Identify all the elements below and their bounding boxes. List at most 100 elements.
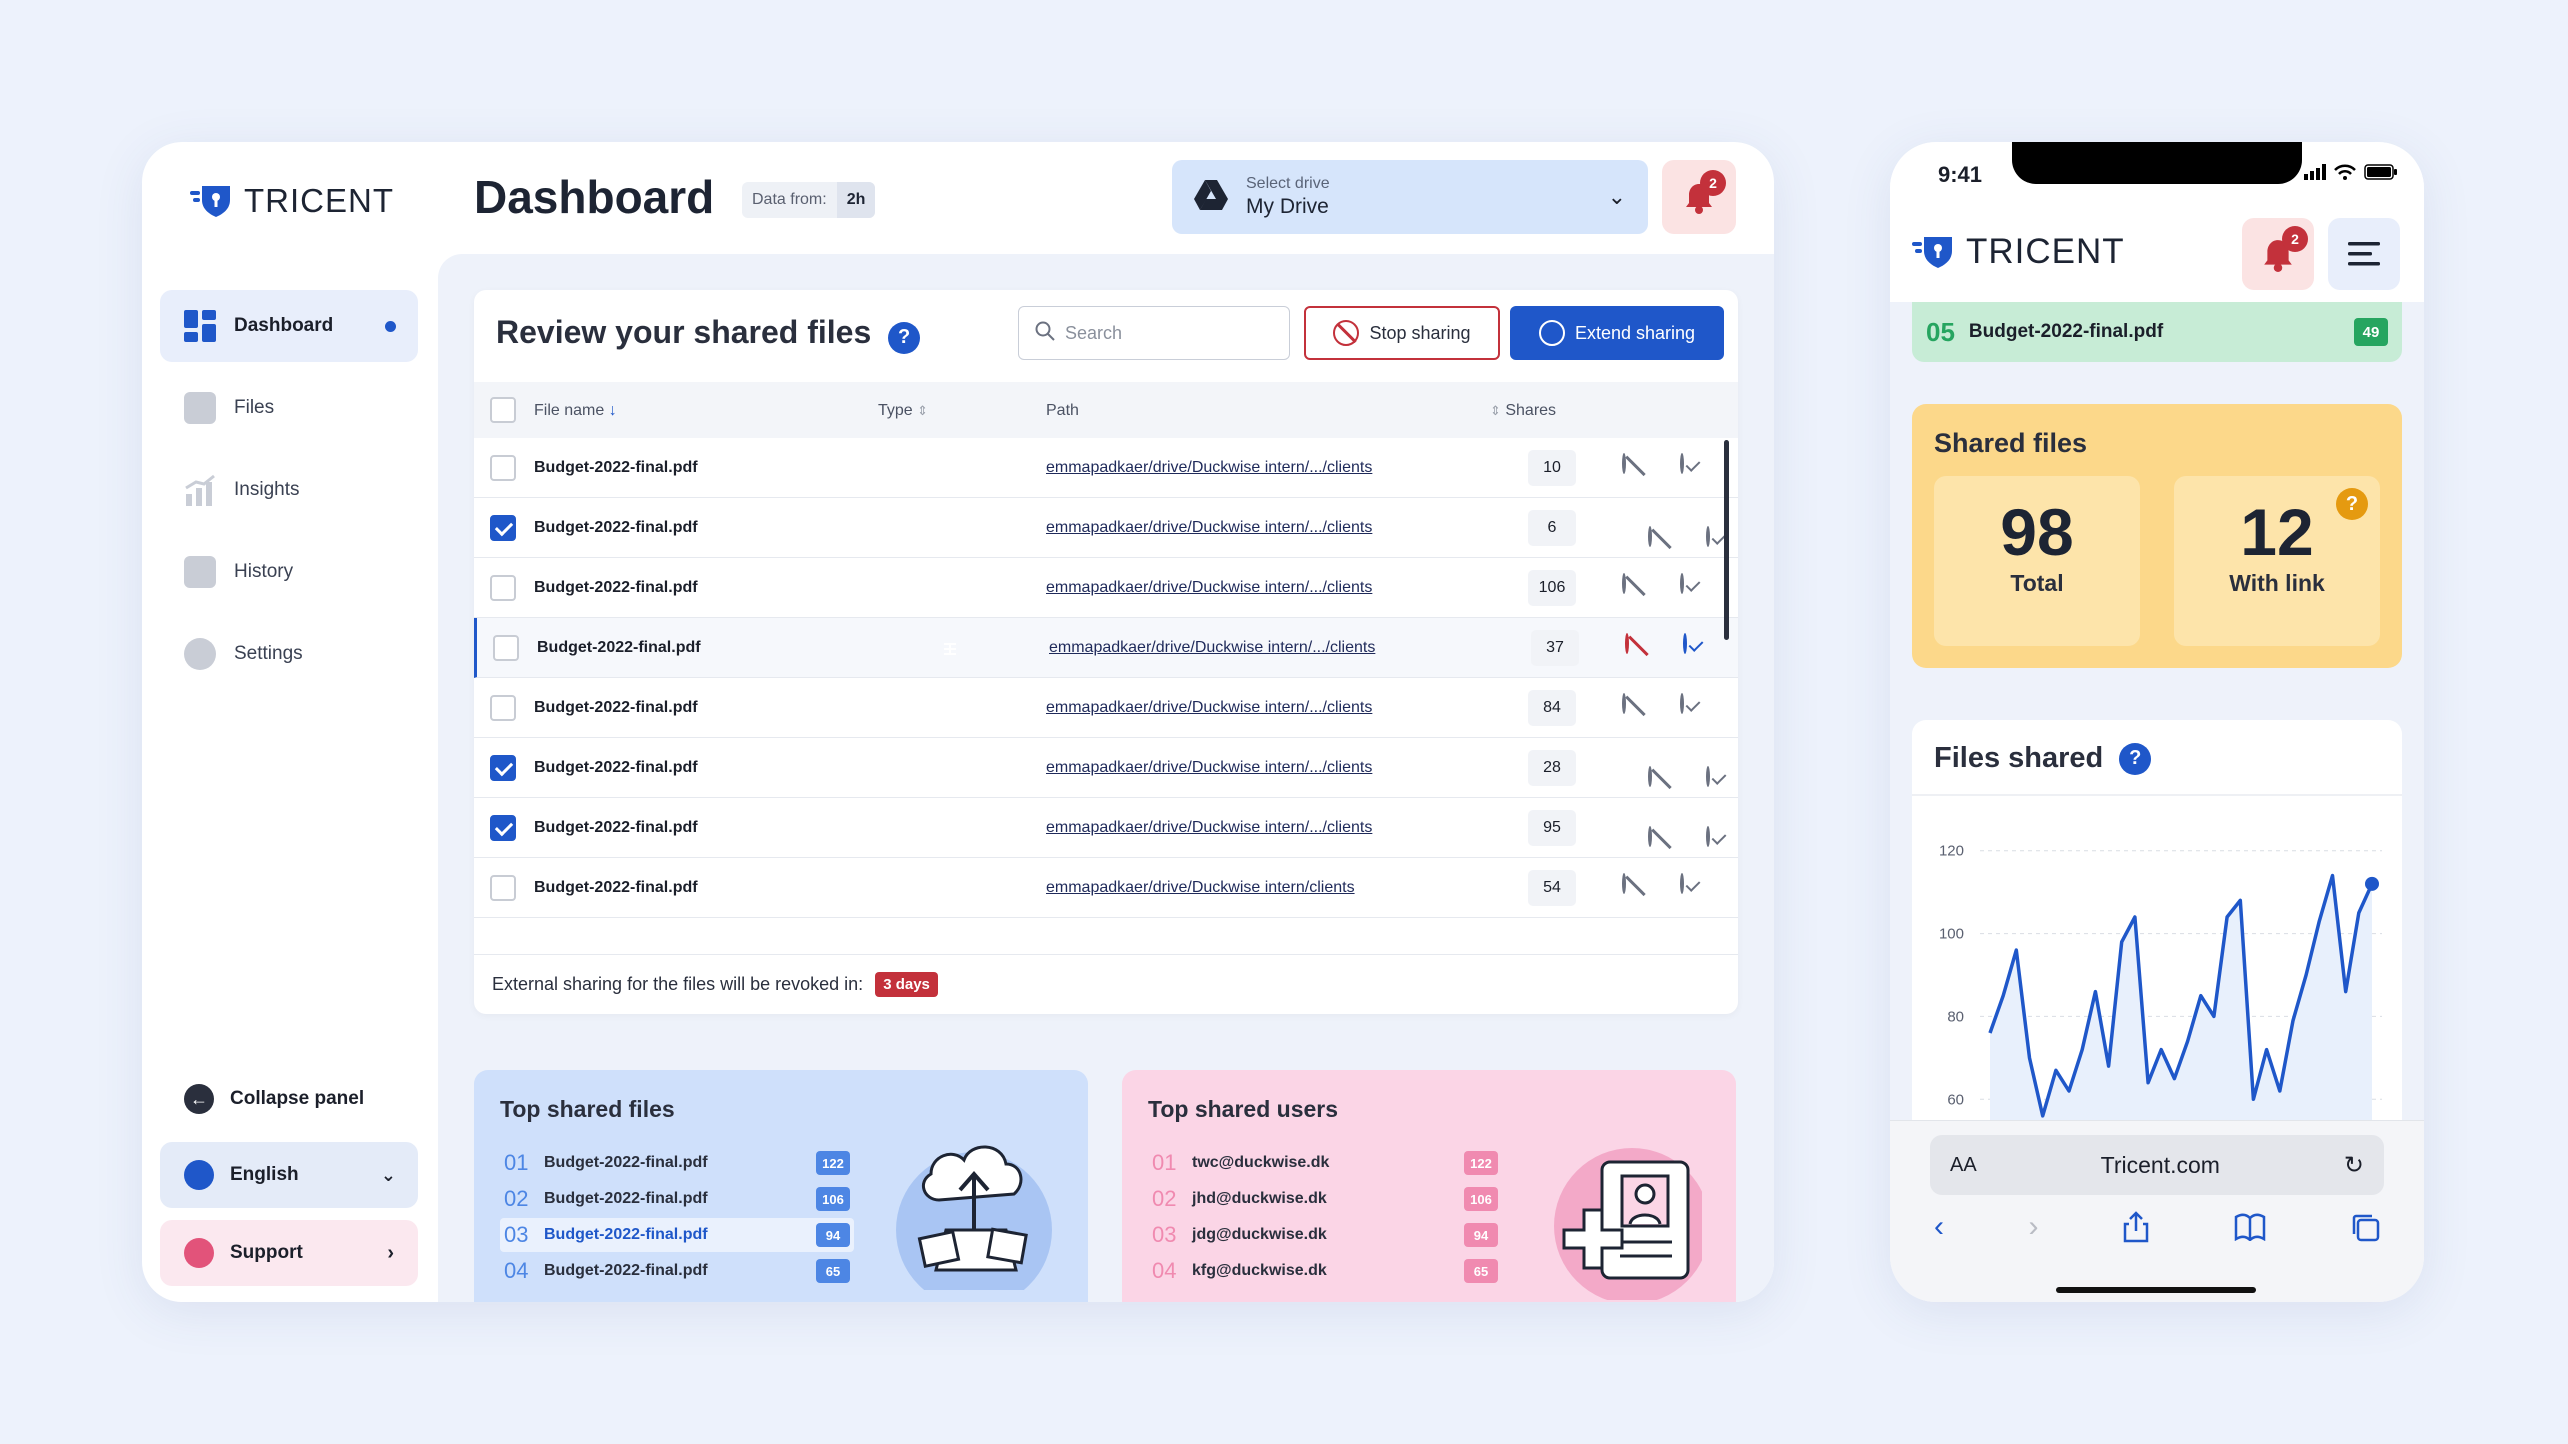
forward-icon[interactable]: › — [2029, 1210, 2039, 1244]
file-path-link[interactable]: emmapadkaer/drive/Duckwise intern/.../cl… — [1046, 519, 1372, 537]
file-name[interactable]: Budget-2022-final.pdf — [534, 579, 698, 597]
home-indicator — [2056, 1287, 2256, 1293]
stop-sharing-button[interactable]: Stop sharing — [1304, 306, 1500, 360]
sidebar-item-settings[interactable]: Settings — [160, 618, 418, 690]
row-checkbox[interactable] — [490, 515, 516, 541]
url-bar[interactable]: AA Tricent.com ↻ — [1930, 1135, 2384, 1195]
row-checkbox[interactable] — [490, 815, 516, 841]
list-item[interactable]: 01 twc@duckwise.dk 122 — [1148, 1146, 1502, 1180]
stop-sharing-row-icon[interactable] — [1622, 453, 1626, 474]
rank-number: 03 — [504, 1222, 529, 1247]
extend-sharing-row-icon[interactable] — [1680, 873, 1684, 894]
text-size-button[interactable]: AA — [1950, 1154, 1977, 1177]
row-checkbox[interactable] — [490, 695, 516, 721]
file-name[interactable]: Budget-2022-final.pdf — [537, 639, 701, 657]
menu-button[interactable] — [2328, 218, 2400, 290]
column-header-path[interactable]: Path — [1046, 402, 1079, 420]
file-name[interactable]: Budget-2022-final.pdf — [534, 759, 698, 777]
row-checkbox[interactable] — [490, 755, 516, 781]
sidebar-item-dashboard[interactable]: Dashboard — [160, 290, 418, 362]
extend-sharing-row-icon[interactable] — [1706, 826, 1710, 847]
file-path-link[interactable]: emmapadkaer/drive/Duckwise intern/.../cl… — [1046, 579, 1372, 597]
file-name[interactable]: Budget-2022-final.pdf — [534, 819, 698, 837]
table-row[interactable]: Budget-2022-final.pdf emmapadkaer/drive/D… — [474, 858, 1738, 918]
help-icon[interactable]: ? — [888, 321, 921, 354]
row-checkbox[interactable] — [490, 455, 516, 481]
list-item[interactable]: 04 kfg@duckwise.dk 65 — [1148, 1254, 1502, 1288]
extend-sharing-row-icon[interactable] — [1680, 693, 1684, 714]
extend-sharing-row-icon[interactable] — [1706, 766, 1710, 787]
sidebar-item-history[interactable]: History — [160, 536, 418, 608]
table-row[interactable]: Budget-2022-final.pdf emmapadkaer/drive/D… — [474, 498, 1738, 558]
list-item[interactable]: 02 Budget-2022-final.pdf 106 — [500, 1182, 854, 1216]
row-checkbox[interactable] — [490, 875, 516, 901]
reload-icon[interactable]: ↻ — [2344, 1151, 2364, 1180]
table-row[interactable]: Budget-2022-final.pdf emmapadkaer/drive/D… — [474, 678, 1738, 738]
row-checkbox[interactable] — [493, 635, 519, 661]
stop-sharing-row-icon[interactable] — [1622, 693, 1626, 714]
tabs-icon[interactable] — [2350, 1212, 2380, 1242]
stop-sharing-row-icon[interactable] — [1625, 633, 1629, 654]
file-path-link[interactable]: emmapadkaer/drive/Duckwise intern/.../cl… — [1046, 459, 1372, 477]
file-path-link[interactable]: emmapadkaer/drive/Duckwise intern/.../cl… — [1046, 699, 1372, 717]
extend-sharing-row-icon[interactable] — [1680, 453, 1684, 474]
bookmarks-icon[interactable] — [2234, 1213, 2266, 1241]
column-header-shares[interactable]: ⇕ Shares — [1490, 402, 1556, 420]
list-item[interactable]: 03 Budget-2022-final.pdf 94 — [500, 1218, 854, 1252]
select-all-checkbox[interactable] — [490, 397, 516, 423]
file-name[interactable]: Budget-2022-final.pdf — [534, 879, 698, 897]
file-path-link[interactable]: emmapadkaer/drive/Duckwise intern/.../cl… — [1049, 639, 1375, 657]
brand-logo[interactable]: TRICENT — [1912, 232, 2125, 272]
hamburger-menu-icon — [2348, 242, 2380, 266]
file-name[interactable]: Budget-2022-final.pdf — [534, 459, 698, 477]
drive-select[interactable]: Select drive My Drive ⌄ — [1172, 160, 1648, 234]
brand-logo[interactable]: TRICENT — [190, 182, 394, 220]
file-path-link[interactable]: emmapadkaer/drive/Duckwise intern/.../cl… — [1046, 759, 1372, 777]
table-row[interactable]: Budget-2022-final.pdf emmapadkaer/drive/D… — [474, 438, 1738, 498]
extend-sharing-button[interactable]: Extend sharing — [1510, 306, 1724, 360]
column-header-filename[interactable]: File name ↓ — [534, 402, 617, 420]
list-item[interactable]: 04 Budget-2022-final.pdf 65 — [500, 1254, 854, 1288]
list-item[interactable]: 03 jdg@duckwise.dk 94 — [1148, 1218, 1502, 1252]
share-icon[interactable] — [2123, 1211, 2149, 1243]
list-item[interactable]: 01 Budget-2022-final.pdf 122 — [500, 1146, 854, 1180]
sidebar-item-insights[interactable]: Insights — [160, 454, 418, 526]
column-header-type[interactable]: Type ⇕ — [878, 402, 928, 420]
file-path-link[interactable]: emmapadkaer/drive/Duckwise intern/client… — [1046, 879, 1355, 897]
sidebar-item-files[interactable]: Files — [160, 372, 418, 444]
language-select[interactable]: English ⌄ — [160, 1142, 418, 1208]
notification-badge: 2 — [1700, 170, 1726, 196]
table-row[interactable]: Budget-2022-final.pdf emmapadkaer/drive/D… — [474, 618, 1738, 678]
file-path-link[interactable]: emmapadkaer/drive/Duckwise intern/.../cl… — [1046, 819, 1372, 837]
stop-sharing-row-icon[interactable] — [1648, 826, 1652, 847]
data-from-selector[interactable]: Data from: 2h — [742, 182, 876, 218]
stop-sharing-row-icon[interactable] — [1622, 573, 1626, 594]
table-row[interactable]: Budget-2022-final.pdf emmapadkaer/drive/D… — [474, 558, 1738, 618]
extend-sharing-row-icon[interactable] — [1680, 573, 1684, 594]
back-icon[interactable]: ‹ — [1934, 1210, 1944, 1244]
notifications-button[interactable]: 2 — [1662, 160, 1736, 234]
table-scrollbar[interactable] — [1724, 440, 1729, 640]
row-checkbox[interactable] — [490, 575, 516, 601]
list-item[interactable]: 02 jhd@duckwise.dk 106 — [1148, 1182, 1502, 1216]
help-icon[interactable]: ? — [2336, 488, 2368, 520]
help-icon[interactable]: ? — [2119, 742, 2152, 775]
file-name[interactable]: Budget-2022-final.pdf — [534, 699, 698, 717]
table-row[interactable]: Budget-2022-final.pdf emmapadkaer/drive/D… — [474, 738, 1738, 798]
top-file-item[interactable]: 05 Budget-2022-final.pdf 49 — [1912, 302, 2402, 362]
search-input[interactable]: Search — [1018, 306, 1290, 360]
support-button[interactable]: Support › — [160, 1220, 418, 1286]
notifications-button[interactable]: 2 — [2242, 218, 2314, 290]
rank-number: 01 — [504, 1150, 529, 1175]
stop-sharing-row-icon[interactable] — [1622, 873, 1626, 894]
collapse-panel-button[interactable]: ← Collapse panel — [160, 1066, 418, 1132]
stop-sharing-row-icon[interactable] — [1648, 766, 1652, 787]
file-name[interactable]: Budget-2022-final.pdf — [534, 519, 698, 537]
stop-sharing-row-icon[interactable] — [1648, 526, 1652, 547]
extend-sharing-row-icon[interactable] — [1706, 526, 1710, 547]
table-row[interactable]: Budget-2022-final.pdf emmapadkaer/drive/D… — [474, 798, 1738, 858]
series-point-last[interactable] — [2365, 876, 2379, 891]
sidebar-item-label: History — [234, 561, 294, 582]
extend-sharing-row-icon[interactable] — [1683, 633, 1687, 654]
rank-number: 02 — [1152, 1186, 1177, 1211]
